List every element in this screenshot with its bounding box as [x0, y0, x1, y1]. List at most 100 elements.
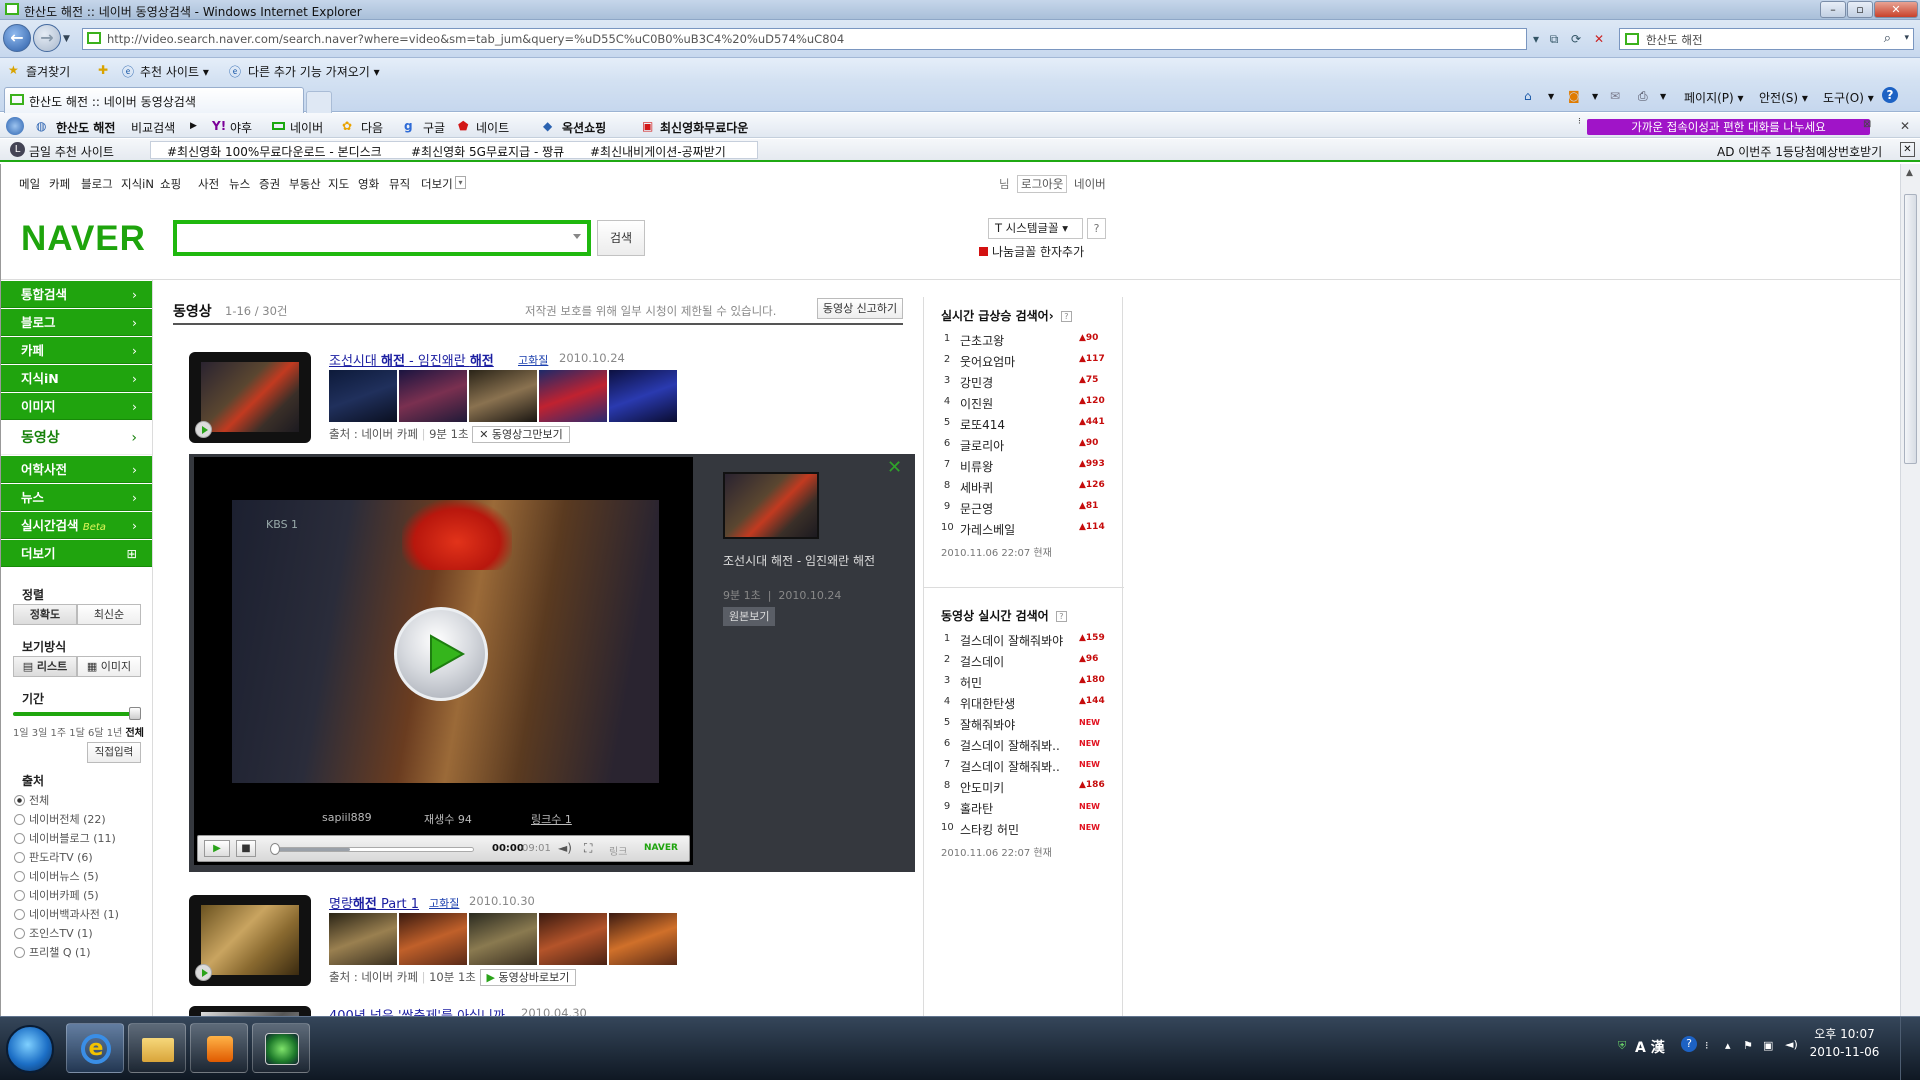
- feeds-dropdown-icon[interactable]: ▼: [1592, 92, 1598, 101]
- sidebar-item-dictionary[interactable]: 어학사전 ›: [1, 456, 152, 483]
- home-dropdown-icon[interactable]: ▼: [1548, 92, 1554, 101]
- gnb-dictionary[interactable]: 사전: [198, 176, 219, 192]
- stop-watching-button[interactable]: ✕ 동영상그만보기: [472, 426, 570, 443]
- safety-menu[interactable]: 안전(S) ▾: [1759, 89, 1808, 106]
- get-addons-button[interactable]: 다른 추가 기능 가져오기 ▾: [248, 63, 380, 80]
- video-keyword-row[interactable]: 7 걸스데이 잘해줘봐.. NEW: [941, 757, 1107, 776]
- keyword[interactable]: 걸스데이 잘해줘봐..: [960, 758, 1072, 775]
- preview-frame[interactable]: [539, 370, 607, 422]
- page-scrollbar[interactable]: ▲: [1900, 164, 1920, 1016]
- recommend-link[interactable]: #최신영화 5G무료지급 - 짱큐: [411, 143, 564, 160]
- toolbar-auction[interactable]: 옥션쇼핑: [562, 119, 606, 136]
- history-dropdown-icon[interactable]: ▼: [63, 34, 70, 44]
- video-keyword-row[interactable]: 3 허민 ▲180: [941, 673, 1107, 692]
- sidebar-item-news[interactable]: 뉴스 ›: [1, 484, 152, 511]
- source-radio[interactable]: 네이버전체 (22): [14, 811, 106, 827]
- video-keyword-row[interactable]: 6 걸스데이 잘해줘봐.. NEW: [941, 736, 1107, 755]
- video-keyword-row[interactable]: 8 안도미키 ▲186: [941, 778, 1107, 797]
- link-count[interactable]: 링크수 1: [531, 811, 572, 827]
- result-title-link[interactable]: 명량해전 Part 1: [329, 893, 419, 912]
- side-title[interactable]: 조선시대 해전 - 임진왜란 해전: [723, 552, 903, 569]
- keyword[interactable]: 글로리아: [960, 437, 1072, 454]
- naver-logo[interactable]: NAVER: [21, 219, 146, 259]
- address-dropdown-icon[interactable]: ▾: [1527, 31, 1545, 47]
- rising-keyword-row[interactable]: 6 글로리아 ▲90: [941, 436, 1107, 455]
- minimize-button[interactable]: –: [1820, 1, 1846, 18]
- ad-close-icon[interactable]: ✕: [1900, 142, 1915, 157]
- gnb-more-arrow-icon[interactable]: ▾: [455, 176, 466, 189]
- preview-frame[interactable]: [609, 370, 677, 422]
- video-keyword-row[interactable]: 9 홀라탄 NEW: [941, 799, 1107, 818]
- recommend-link[interactable]: #최신내비게이션-공짜받기: [590, 143, 726, 160]
- source-radio[interactable]: 조인스TV (1): [14, 925, 93, 941]
- sort-latest-button[interactable]: 최신순: [77, 604, 141, 625]
- font-select[interactable]: T 시스템글꼴 ▾: [988, 218, 1083, 239]
- nanum-font-link[interactable]: 나눔글꼴 한자추가: [979, 243, 1084, 260]
- sidebar-item-image[interactable]: 이미지 ›: [1, 393, 152, 420]
- home-icon[interactable]: ⌂: [1524, 89, 1532, 103]
- gnb-news[interactable]: 뉴스: [229, 176, 250, 192]
- gnb-music[interactable]: 뮤직: [389, 176, 410, 192]
- keyword[interactable]: 근초고왕: [960, 332, 1072, 349]
- toolbar-settings-icon[interactable]: [6, 117, 24, 135]
- hd-badge-link[interactable]: 고화질: [518, 352, 548, 368]
- print-icon[interactable]: ⎙: [1638, 89, 1648, 104]
- big-play-button[interactable]: [394, 607, 488, 701]
- suggested-sites-button[interactable]: 추천 사이트 ▾: [140, 63, 209, 80]
- volume-icon[interactable]: ◄): [1785, 1038, 1798, 1051]
- keyword[interactable]: 잘해줘봐야: [960, 716, 1072, 733]
- keyword[interactable]: 세바퀴: [960, 479, 1072, 496]
- maximize-button[interactable]: ▫: [1847, 1, 1873, 18]
- video-keyword-row[interactable]: 5 잘해줘봐야 NEW: [941, 715, 1107, 734]
- rising-keyword-row[interactable]: 1 근초고왕 ▲90: [941, 331, 1107, 350]
- ime-indicator[interactable]: A 漢: [1635, 1037, 1665, 1057]
- source-radio[interactable]: 네이버카페 (5): [14, 887, 99, 903]
- help-icon[interactable]: ?: [1882, 87, 1898, 103]
- help-icon[interactable]: ?: [1060, 311, 1072, 322]
- link-button[interactable]: 링크: [609, 843, 627, 858]
- ie-search-text[interactable]: 한산도 해전: [1646, 32, 1703, 48]
- source-radio[interactable]: 네이버블로그 (11): [14, 830, 116, 846]
- search-icon[interactable]: ⌕: [1884, 31, 1891, 46]
- toolbar-yahoo[interactable]: 야후: [230, 119, 252, 136]
- browser-tab[interactable]: 한산도 해전 :: 네이버 동영상검색: [4, 87, 304, 113]
- new-tab-button[interactable]: [306, 91, 332, 113]
- gnb-movie[interactable]: 영화: [358, 176, 379, 192]
- gnb-cafe[interactable]: 카페: [49, 176, 70, 192]
- keyword[interactable]: 웃어요엄마: [960, 353, 1072, 370]
- preview-strip[interactable]: [329, 913, 679, 965]
- keyword[interactable]: 걸스데이: [960, 653, 1072, 670]
- period-tick[interactable]: 6달: [88, 728, 104, 739]
- flag-icon[interactable]: ⚑: [1743, 1039, 1753, 1052]
- preview-frame[interactable]: [329, 913, 397, 965]
- recommend-link[interactable]: #최신영화 100%무료다운로드 - 본디스크: [167, 143, 382, 160]
- search-options-icon[interactable]: ▾: [1904, 33, 1909, 43]
- keyword[interactable]: 허민: [960, 674, 1072, 691]
- rising-keyword-row[interactable]: 10 가레스베일 ▲114: [941, 520, 1107, 539]
- video-thumbnail[interactable]: [189, 352, 311, 443]
- page-menu[interactable]: 페이지(P) ▾: [1684, 89, 1744, 106]
- fullscreen-icon[interactable]: ⛶: [584, 841, 592, 856]
- result-title-link[interactable]: 조선시대 해전 - 임진왜란 해전: [329, 350, 494, 369]
- ie-search-box[interactable]: 한산도 해전 ⌕ ▾: [1619, 28, 1914, 50]
- address-url[interactable]: http://video.search.naver.com/search.nav…: [107, 32, 1527, 46]
- view-image-button[interactable]: ▦ 이미지: [77, 656, 141, 677]
- period-tick[interactable]: 1주: [51, 728, 67, 739]
- video-keyword-row[interactable]: 4 위대한탄생 ▲144: [941, 694, 1107, 713]
- taskbar-explorer[interactable]: [128, 1023, 186, 1073]
- font-help-button[interactable]: ?: [1087, 218, 1106, 239]
- source-radio[interactable]: 판도라TV (6): [14, 849, 93, 865]
- show-desktop-button[interactable]: [1900, 1017, 1920, 1080]
- add-favorite-icon[interactable]: ✚: [98, 63, 108, 77]
- seek-handle[interactable]: [270, 843, 280, 855]
- preview-frame[interactable]: [399, 370, 467, 422]
- rising-keyword-row[interactable]: 4 이진원 ▲120: [941, 394, 1107, 413]
- tray-expand-icon[interactable]: ▴: [1725, 1039, 1731, 1052]
- print-dropdown-icon[interactable]: ▼: [1660, 92, 1666, 101]
- rising-keyword-row[interactable]: 3 강민경 ▲75: [941, 373, 1107, 392]
- source-radio[interactable]: 전체: [14, 792, 49, 808]
- toolbar-naver[interactable]: 네이버: [290, 119, 323, 136]
- naverme-link[interactable]: 네이버: [1074, 176, 1106, 192]
- gnb-stock[interactable]: 증권: [259, 176, 280, 192]
- play-button[interactable]: ▶: [204, 840, 230, 857]
